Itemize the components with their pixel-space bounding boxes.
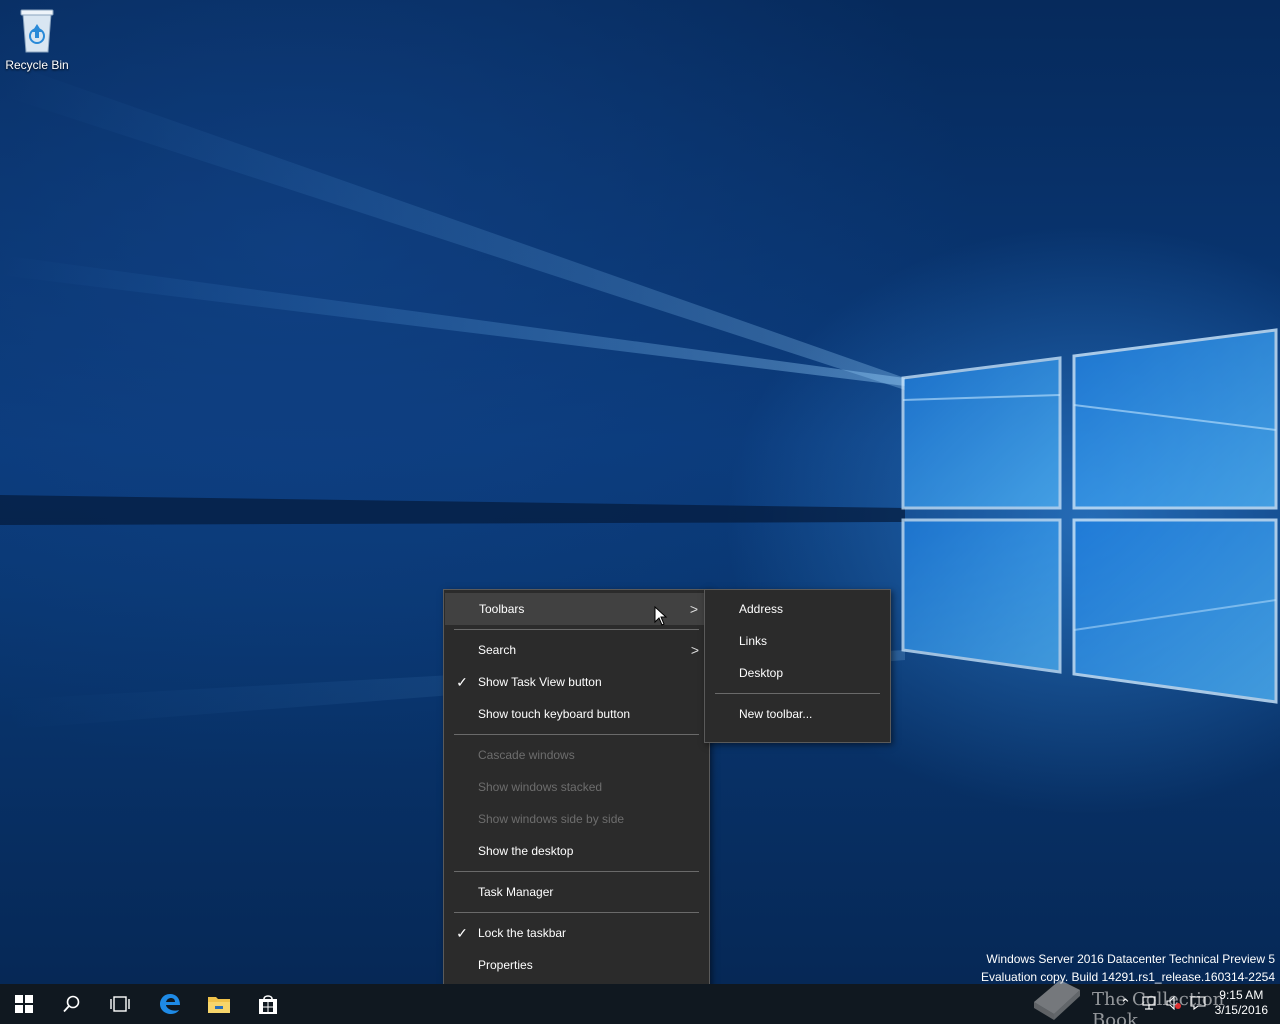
menu-item-label: Show the desktop	[478, 844, 574, 858]
taskbar-context-menu: Toolbars > Search > ✓ Show Task View but…	[443, 589, 710, 994]
store-button[interactable]	[244, 984, 292, 1024]
windows-logo-icon	[15, 995, 33, 1013]
menu-item-search[interactable]: Search >	[444, 634, 709, 666]
menu-separator	[454, 629, 699, 630]
book-icon	[1034, 980, 1080, 1020]
chevron-right-icon: >	[689, 601, 698, 617]
menu-item-label: Show touch keyboard button	[478, 707, 631, 721]
menu-item-properties[interactable]: Properties	[444, 949, 709, 981]
menu-item-lock-the-taskbar[interactable]: ✓ Lock the taskbar	[444, 917, 709, 949]
menu-item-label: Toolbars	[479, 602, 525, 616]
menu-item-toolbars[interactable]: Toolbars >	[445, 593, 708, 625]
submenu-item-new-toolbar[interactable]: New toolbar...	[705, 698, 890, 730]
folder-icon	[208, 997, 230, 1013]
menu-separator	[454, 912, 699, 913]
menu-item-show-windows-side-by-side: Show windows side by side	[444, 803, 709, 835]
menu-item-label: New toolbar...	[739, 707, 813, 721]
chevron-right-icon: >	[690, 642, 699, 658]
desktop-icon-label: Recycle Bin	[5, 58, 69, 72]
menu-separator	[715, 693, 880, 694]
menu-item-label: Cascade windows	[478, 748, 575, 762]
edge-icon	[160, 994, 180, 1014]
mouse-cursor-icon	[654, 605, 668, 629]
menu-item-label: Show windows stacked	[478, 780, 603, 794]
search-icon	[63, 995, 80, 1013]
menu-item-label: Lock the taskbar	[478, 926, 567, 940]
menu-item-show-the-desktop[interactable]: Show the desktop	[444, 835, 709, 867]
submenu-item-links[interactable]: Links	[705, 625, 890, 657]
file-explorer-button[interactable]	[195, 984, 243, 1024]
submenu-item-address[interactable]: Address	[705, 593, 890, 625]
watermark-line-edition: Windows Server 2016 Datacenter Technical…	[986, 952, 1275, 966]
menu-item-task-manager[interactable]: Task Manager	[444, 876, 709, 908]
task-view-button[interactable]	[96, 984, 144, 1024]
checkmark-icon: ✓	[456, 674, 468, 690]
menu-item-show-task-view-button[interactable]: ✓ Show Task View button	[444, 666, 709, 698]
menu-item-label: Address	[739, 602, 784, 616]
menu-item-label: Search	[478, 643, 517, 657]
task-view-icon	[110, 996, 130, 1012]
search-button[interactable]	[48, 984, 96, 1024]
store-icon	[259, 995, 277, 1014]
menu-item-label: Desktop	[739, 666, 784, 680]
menu-separator	[454, 871, 699, 872]
menu-item-show-touch-keyboard-button[interactable]: Show touch keyboard button	[444, 698, 709, 730]
checkmark-icon: ✓	[456, 925, 468, 941]
menu-separator	[454, 734, 699, 735]
toolbars-submenu: Address Links Desktop New toolbar...	[704, 589, 891, 743]
brand-overlay: The Collection Book	[1030, 972, 1260, 1024]
brand-text: The Collection Book	[1092, 989, 1225, 1024]
edge-button[interactable]	[146, 984, 194, 1024]
menu-item-cascade-windows: Cascade windows	[444, 739, 709, 771]
menu-item-show-windows-stacked: Show windows stacked	[444, 771, 709, 803]
desktop-icon-recycle-bin[interactable]: Recycle Bin	[4, 6, 70, 72]
start-button[interactable]	[0, 984, 48, 1024]
recycle-bin-icon	[17, 6, 57, 54]
menu-item-label: Task Manager	[478, 885, 554, 899]
menu-item-label: Links	[739, 634, 768, 648]
menu-item-label: Properties	[478, 958, 533, 972]
menu-item-label: Show windows side by side	[478, 812, 625, 826]
menu-item-label: Show Task View button	[478, 675, 602, 689]
submenu-item-desktop[interactable]: Desktop	[705, 657, 890, 689]
